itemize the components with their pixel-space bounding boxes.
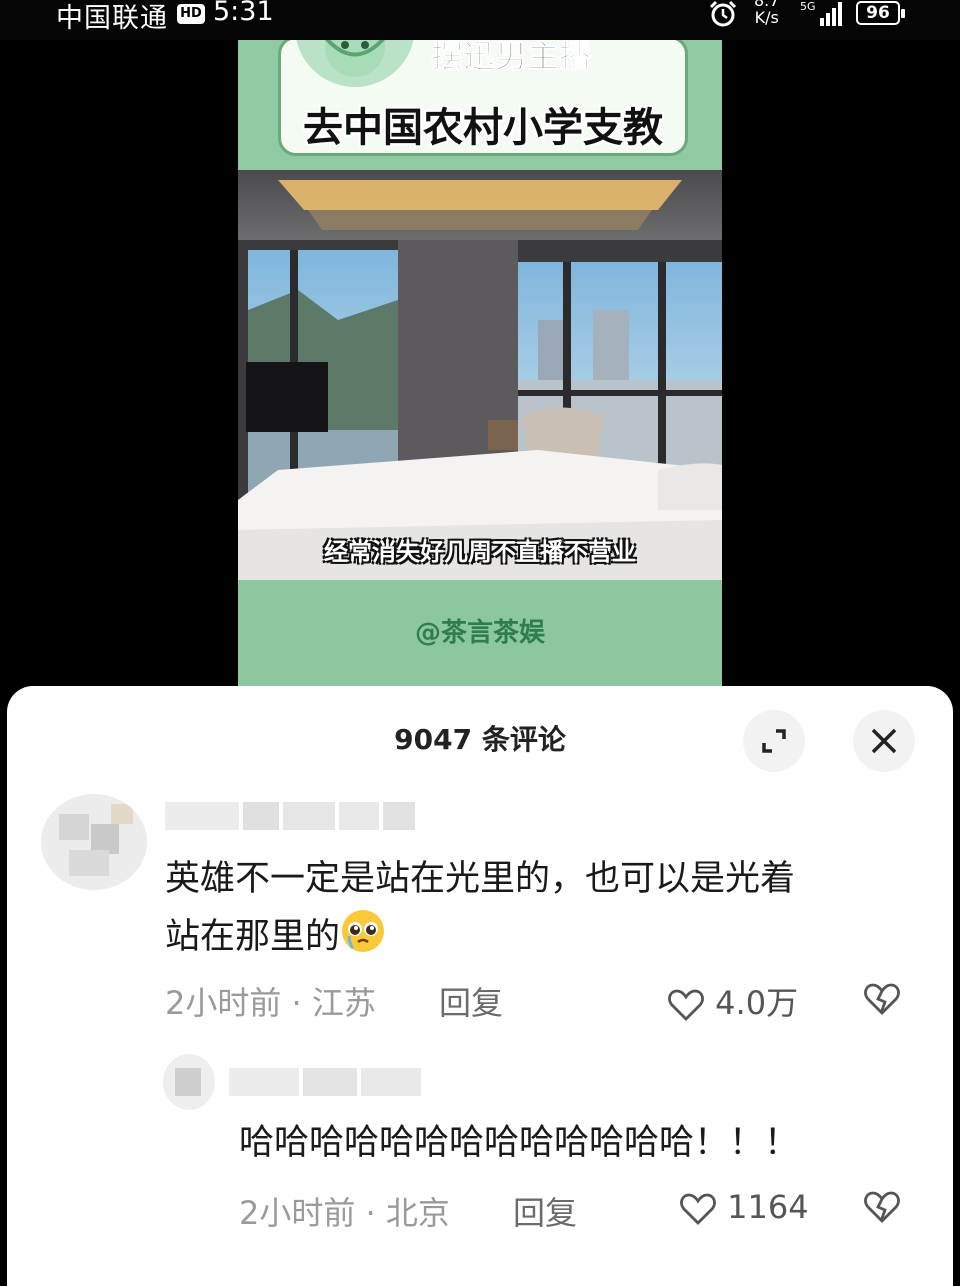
video-watermark: @茶言茶娱 <box>414 618 545 648</box>
avatar[interactable] <box>41 794 147 890</box>
svg-text:5G: 5G <box>800 0 816 13</box>
comment-text: 英雄不一定是站在光里的，也可以是光着 站在那里的 <box>165 859 796 957</box>
dislike-button[interactable] <box>863 982 901 1016</box>
broken-heart-icon <box>864 1191 900 1223</box>
hotel-room-image <box>238 170 722 580</box>
comment-text: 哈哈哈哈哈哈哈哈哈哈哈哈哈！！！ <box>239 1123 800 1163</box>
expand-icon <box>762 729 786 753</box>
username-blurred[interactable] <box>229 1068 425 1096</box>
cartoon-character-icon <box>295 40 415 87</box>
close-button[interactable] <box>853 710 915 772</box>
network-speed: 8.7 K/s <box>754 0 780 27</box>
like-button[interactable]: 4.0万 <box>667 978 798 1024</box>
comment-location: 北京 <box>385 1194 450 1232</box>
reply-button[interactable]: 回复 <box>513 1188 577 1234</box>
signal-icon: 5G <box>800 0 842 26</box>
banner-subtitle: 摆迅男主播 <box>430 40 592 76</box>
status-bar: 中国联通 HD 5:31 8.7 K/s 5G 96 <box>0 0 960 40</box>
video-player[interactable]: 摆迅男主播 去中国农村小学支教 经常消失好几周不直播不营业 @茶言茶娱 <box>238 40 722 686</box>
banner-title: 去中国农村小学支教 <box>303 105 663 151</box>
comments-panel: 9047 条评论 英雄不一定是站在光里的，也可以是光着 站在那里的 2小时前 ·… <box>7 686 953 1286</box>
like-button[interactable]: 1164 <box>679 1188 809 1226</box>
hd-badge: HD <box>177 4 205 24</box>
video-caption: 经常消失好几周不直播不营业 <box>324 538 636 566</box>
clock: 5:31 <box>213 0 274 27</box>
comment-time: 2小时前 <box>165 984 282 1022</box>
battery-indicator: 96 <box>856 1 905 25</box>
carrier-name: 中国联通 <box>56 3 168 34</box>
comment-location: 江苏 <box>311 984 376 1022</box>
video-header: 摆迅男主播 去中国农村小学支教 <box>238 40 722 170</box>
heart-icon <box>680 1193 716 1225</box>
title-banner: 摆迅男主播 去中国农村小学支教 <box>278 40 688 156</box>
dislike-button[interactable] <box>863 1190 901 1224</box>
comment-meta: 2小时前 · 北京 <box>239 1194 450 1232</box>
expand-button[interactable] <box>743 710 805 772</box>
avatar[interactable] <box>163 1054 215 1110</box>
alarm-icon <box>709 0 737 27</box>
comments-count-title: 9047 条评论 <box>394 723 566 756</box>
like-count: 1164 <box>727 1188 809 1226</box>
comment-meta: 2小时前 · 江苏 <box>165 984 376 1022</box>
reply-button[interactable]: 回复 <box>439 978 503 1024</box>
username-blurred[interactable] <box>165 802 419 830</box>
pleading-face-emoji <box>342 910 385 952</box>
close-icon <box>871 728 897 754</box>
comment-time: 2小时前 <box>239 1194 356 1232</box>
heart-icon <box>668 989 704 1021</box>
like-count: 4.0万 <box>715 984 799 1022</box>
broken-heart-icon <box>864 983 900 1015</box>
